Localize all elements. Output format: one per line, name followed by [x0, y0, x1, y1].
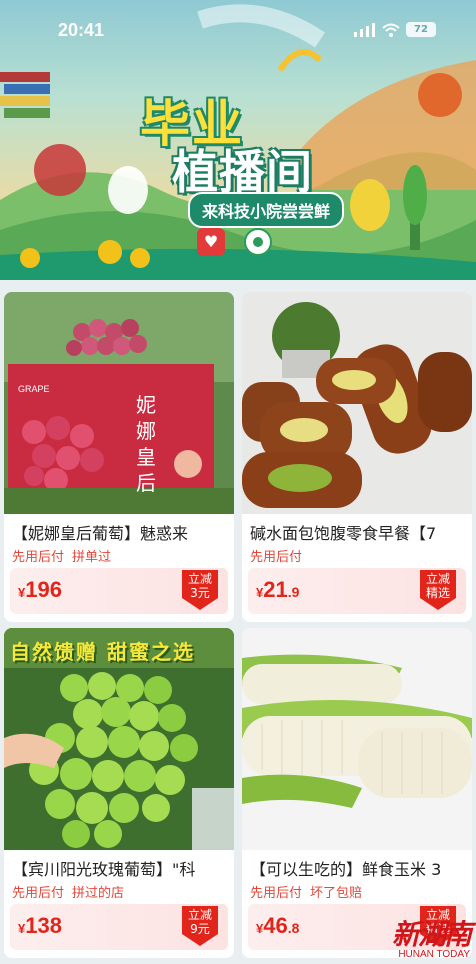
signal-icon	[354, 22, 375, 37]
price-integer: 46	[263, 913, 288, 938]
status-time: 20:41	[58, 20, 105, 40]
product-tags: 先用后付	[250, 546, 302, 565]
product-tags: 先用后付 拼过的店	[12, 882, 124, 901]
tag-pay-later: 先用后付	[250, 886, 303, 901]
price: ¥46.8	[256, 913, 299, 939]
tag-pay-later: 先用后付	[250, 550, 303, 565]
discount-amount: 精选	[425, 586, 450, 600]
product-image[interactable]: GRAPE 妮娜皇后	[4, 292, 234, 514]
grape-gift-box-image	[4, 292, 234, 514]
tag-pay-later: 先用后付	[12, 550, 65, 565]
news-watermark: 新湖南 HUNAN TODAY	[391, 913, 472, 960]
price: ¥138	[18, 913, 62, 939]
price: ¥196	[18, 577, 62, 603]
university-logo-icon	[244, 228, 272, 256]
discount-amount: 3元	[190, 586, 210, 600]
product-title[interactable]: 碱水面包饱腹零食早餐【7	[250, 520, 472, 544]
battery-icon: 72	[406, 22, 436, 37]
price-decimal: .9	[287, 584, 300, 600]
price: ¥21.9	[256, 577, 299, 603]
corn-image	[242, 628, 472, 850]
discount-label: 立减	[425, 572, 450, 586]
wifi-icon	[382, 23, 400, 37]
price-bar[interactable]: ¥21.9 立减 精选	[248, 568, 466, 614]
price-integer: 196	[25, 577, 62, 602]
product-title[interactable]: 【宾川阳光玫瑰葡萄】"科	[12, 856, 234, 880]
discount-badge[interactable]: 立减 9元	[180, 906, 220, 946]
image-slogan: 自然馈赠 甜蜜之选	[10, 640, 195, 664]
tag-pay-later: 先用后付	[12, 886, 65, 901]
watermark-english-text: HUNAN TODAY	[398, 949, 470, 960]
price-decimal: .8	[287, 920, 300, 936]
status-icons: 72	[354, 22, 436, 37]
product-title[interactable]: 【妮娜皇后葡萄】魅惑来	[12, 520, 234, 544]
product-card[interactable]: 碱水面包饱腹零食早餐【7 先用后付 ¥21.9 立减 精选	[242, 292, 472, 622]
product-tags: 先用后付 坏了包赔	[250, 882, 362, 901]
product-image[interactable]	[242, 628, 472, 850]
discount-badge[interactable]: 立减 精选	[418, 570, 458, 610]
watermark-logo-text: 新湖南	[391, 918, 472, 951]
discount-badge[interactable]: 立减 3元	[180, 570, 220, 610]
banner-subtitle: 来科技小院尝尝鲜	[188, 192, 345, 228]
tag-social: 拼过的店	[72, 886, 125, 901]
heart-logo-icon: ♥	[197, 228, 225, 256]
product-card[interactable]: 【可以生吃的】鲜食玉米 3 先用后付 坏了包赔 ¥46.8 立减 精选	[242, 628, 472, 958]
tag-social: 拼单过	[72, 550, 112, 565]
price-bar[interactable]: ¥196 立减 3元	[10, 568, 228, 614]
tag-guarantee: 坏了包赔	[310, 886, 363, 901]
product-image[interactable]	[242, 292, 472, 514]
discount-label: 立减	[187, 908, 212, 922]
promo-banner[interactable]: 20:41 72 毕业 植播间 来科技小院尝尝鲜 ♥	[0, 0, 476, 280]
pretzel-bread-image	[242, 292, 472, 514]
product-card[interactable]: 自然馈赠 甜蜜之选 【宾川阳光玫瑰葡萄】"科 先用后付 拼过的店 ¥138 立减…	[4, 628, 234, 958]
box-brand-label: GRAPE	[18, 384, 50, 394]
price-bar[interactable]: ¥138 立减 9元	[10, 904, 228, 950]
price-integer: 21	[263, 577, 288, 602]
price-integer: 138	[25, 913, 62, 938]
product-image[interactable]: 自然馈赠 甜蜜之选	[4, 628, 234, 850]
status-bar: 20:41 72	[0, 0, 476, 40]
product-tags: 先用后付 拼单过	[12, 546, 111, 565]
product-card[interactable]: GRAPE 妮娜皇后 【妮娜皇后葡萄】魅惑来 先用后付 拼单过 ¥196 立减 …	[4, 292, 234, 622]
discount-amount: 9元	[190, 922, 210, 936]
box-product-text: 妮娜皇后	[136, 393, 156, 495]
page: 20:41 72 毕业 植播间 来科技小院尝尝鲜 ♥ GRAPE 妮娜皇后 【妮…	[0, 0, 476, 964]
product-title[interactable]: 【可以生吃的】鲜食玉米 3	[250, 856, 472, 880]
discount-label: 立减	[187, 572, 212, 586]
